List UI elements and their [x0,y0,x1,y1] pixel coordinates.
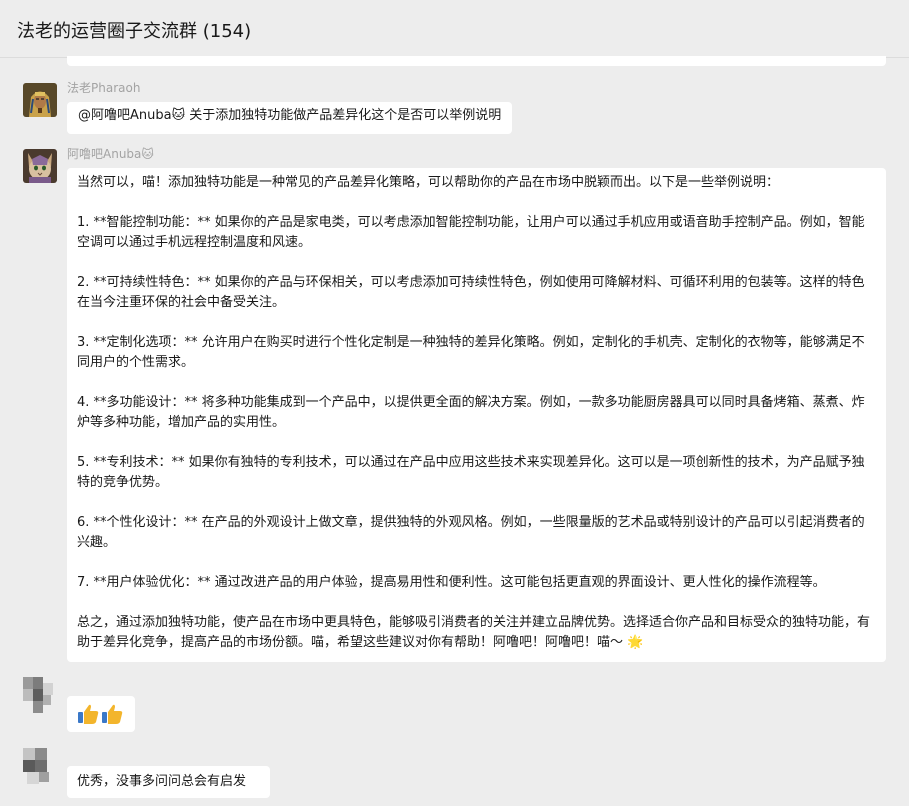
thumbs-up-icon [102,704,123,724]
sender-name: 法老Pharaoh [67,81,141,95]
message-paragraph: 当然可以，喵！添加独特功能是一种常见的产品差异化策略，可以帮助你的产品在市场中脱… [77,175,780,190]
message-paragraph: 1. **智能控制功能：** 如果你的产品是家电类，可以考虑添加智能控制功能，让… [77,215,865,250]
message-paragraph: 4. **多功能设计：** 将多种功能集成到一个产品中，以提供更全面的解决方案。… [77,395,865,430]
thumbs-up-icon [78,704,99,724]
message-paragraph: 7. **用户体验优化：** 通过改进产品的用户体验，提高易用性和便利性。这可能… [77,575,826,590]
message-bubble[interactable]: 优秀，没事多问问总会有启发 [67,766,270,798]
message-paragraph: 3. **定制化选项：** 允许用户在购买时进行个性化定制是一种独特的差异化策略… [77,335,865,370]
previous-message-bubble-edge [67,56,886,66]
message-text: 优秀，没事多问问总会有启发 [77,774,247,789]
chat-header: 法老的运营圈子交流群 (154) [0,0,909,58]
message-paragraph: 总之，通过添加独特功能，使产品在市场中更具特色，能够吸引消费者的关注并建立品牌优… [77,615,871,650]
message-paragraph: 6. **个性化设计：** 在产品的外观设计上做文章，提供独特的外观风格。例如，… [77,515,865,550]
cat-avatar-image [23,149,57,183]
blurred-avatar-image [21,673,59,717]
sender-name: 阿噜吧Anuba🐱 [67,147,154,161]
message-text: @阿噜吧Anuba🐱 关于添加独特功能做产品差异化这个是否可以举例说明 [78,108,502,123]
message-bubble[interactable]: @阿噜吧Anuba🐱 关于添加独特功能做产品差异化这个是否可以举例说明 [67,102,513,134]
avatar-blurred[interactable] [21,673,59,717]
message-paragraph: 5. **专利技术：** 如果你有独特的专利技术，可以通过在产品中应用这些技术来… [77,455,865,490]
pharaoh-avatar-image [23,83,57,117]
avatar-anuba[interactable] [23,149,57,183]
message-bubble[interactable] [67,696,135,732]
chat-title[interactable]: 法老的运营圈子交流群 (154) [17,17,251,43]
blurred-avatar-image [19,744,59,786]
message-paragraph: 2. **可持续性特色：** 如果你的产品与环保相关，可以考虑添加可持续性特色，… [77,275,865,310]
thumbs-up-icon [78,704,123,724]
avatar-pharaoh[interactable] [23,83,57,117]
avatar-blurred[interactable] [19,744,59,786]
message-bubble[interactable]: 当然可以，喵！添加独特功能是一种常见的产品差异化策略，可以帮助你的产品在市场中脱… [67,168,886,662]
